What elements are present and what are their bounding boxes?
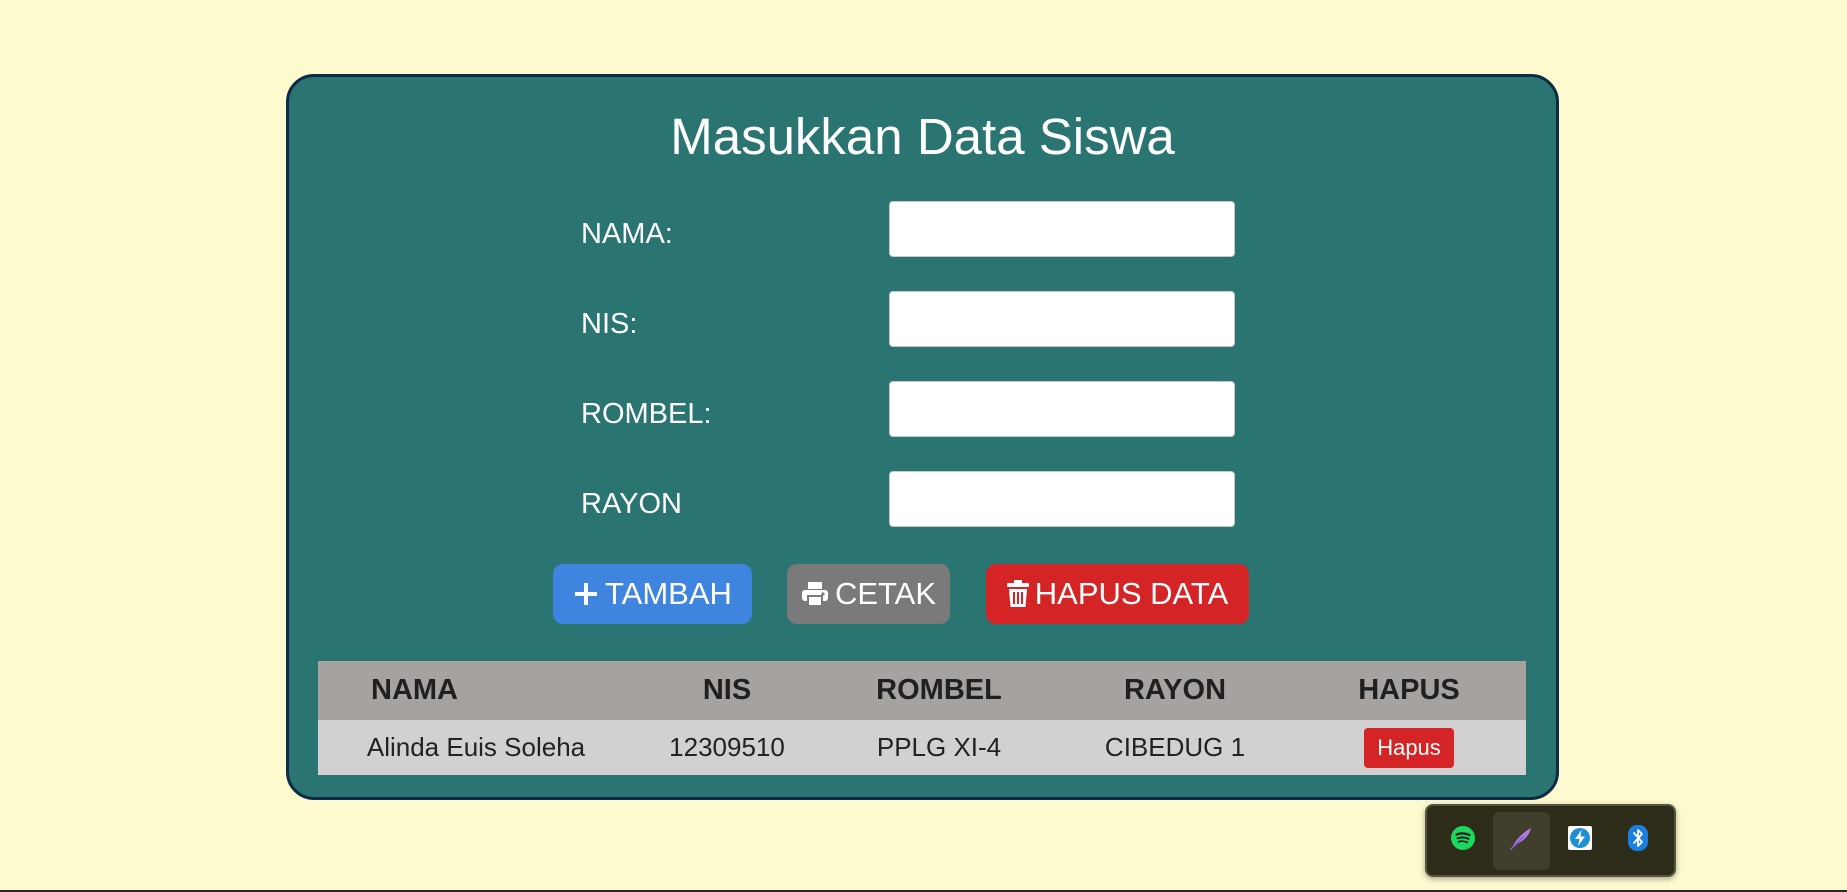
trash-icon (1006, 580, 1029, 608)
feather-pen-icon (1507, 824, 1535, 857)
cell-nama: Alinda Euis Soleha (318, 720, 634, 775)
cell-nis: 12309510 (634, 720, 820, 775)
lightning-app-icon (1567, 825, 1593, 856)
student-form-card: Masukkan Data Siswa NAMA: NIS: ROMBEL: R… (286, 74, 1559, 800)
page-title: Masukkan Data Siswa (670, 108, 1175, 165)
form-row-rayon: RAYON (289, 471, 1556, 527)
printer-icon (801, 581, 829, 607)
header-nama: NAMA (318, 661, 634, 720)
rayon-label: RAYON (581, 488, 682, 520)
form-row-nis: NIS: (289, 291, 1556, 347)
form-row-rombel: ROMBEL: (289, 381, 1556, 437)
print-button[interactable]: CETAK (787, 564, 950, 624)
nis-label: NIS: (581, 308, 638, 340)
tray-item-lightning[interactable] (1552, 812, 1608, 870)
tray-item-feather[interactable] (1493, 811, 1550, 870)
nama-input[interactable] (889, 201, 1235, 257)
cell-rombel: PPLG XI-4 (820, 720, 1058, 775)
spotify-icon (1450, 825, 1476, 856)
tray-item-bluetooth[interactable] (1610, 812, 1666, 870)
delete-all-button-label: HAPUS DATA (1034, 576, 1229, 611)
table-row: Alinda Euis Soleha 12309510 PPLG XI-4 CI… (318, 720, 1526, 775)
nama-label: NAMA: (581, 218, 673, 250)
cell-rayon: CIBEDUG 1 (1058, 720, 1292, 775)
delete-all-button[interactable]: HAPUS DATA (986, 564, 1249, 624)
rayon-input[interactable] (889, 471, 1235, 527)
plus-icon (573, 581, 599, 607)
table-header-row: NAMA NIS ROMBEL RAYON HAPUS (318, 661, 1526, 720)
rombel-label: ROMBEL: (581, 398, 712, 430)
rombel-input[interactable] (889, 381, 1235, 437)
system-tray-popup (1425, 804, 1676, 877)
student-table: NAMA NIS ROMBEL RAYON HAPUS Alinda Euis … (318, 661, 1526, 775)
header-nis: NIS (634, 661, 820, 720)
header-rombel: ROMBEL (820, 661, 1058, 720)
header-rayon: RAYON (1058, 661, 1292, 720)
add-button[interactable]: TAMBAH (553, 564, 752, 624)
cell-hapus: Hapus (1292, 720, 1526, 775)
bluetooth-icon (1627, 824, 1649, 857)
print-button-label: CETAK (834, 576, 937, 611)
form-row-nama: NAMA: (289, 201, 1556, 257)
tray-item-spotify[interactable] (1435, 812, 1491, 870)
nis-input[interactable] (889, 291, 1235, 347)
row-delete-button[interactable]: Hapus (1364, 727, 1454, 768)
header-hapus: HAPUS (1292, 661, 1526, 720)
add-button-label: TAMBAH (605, 576, 732, 611)
